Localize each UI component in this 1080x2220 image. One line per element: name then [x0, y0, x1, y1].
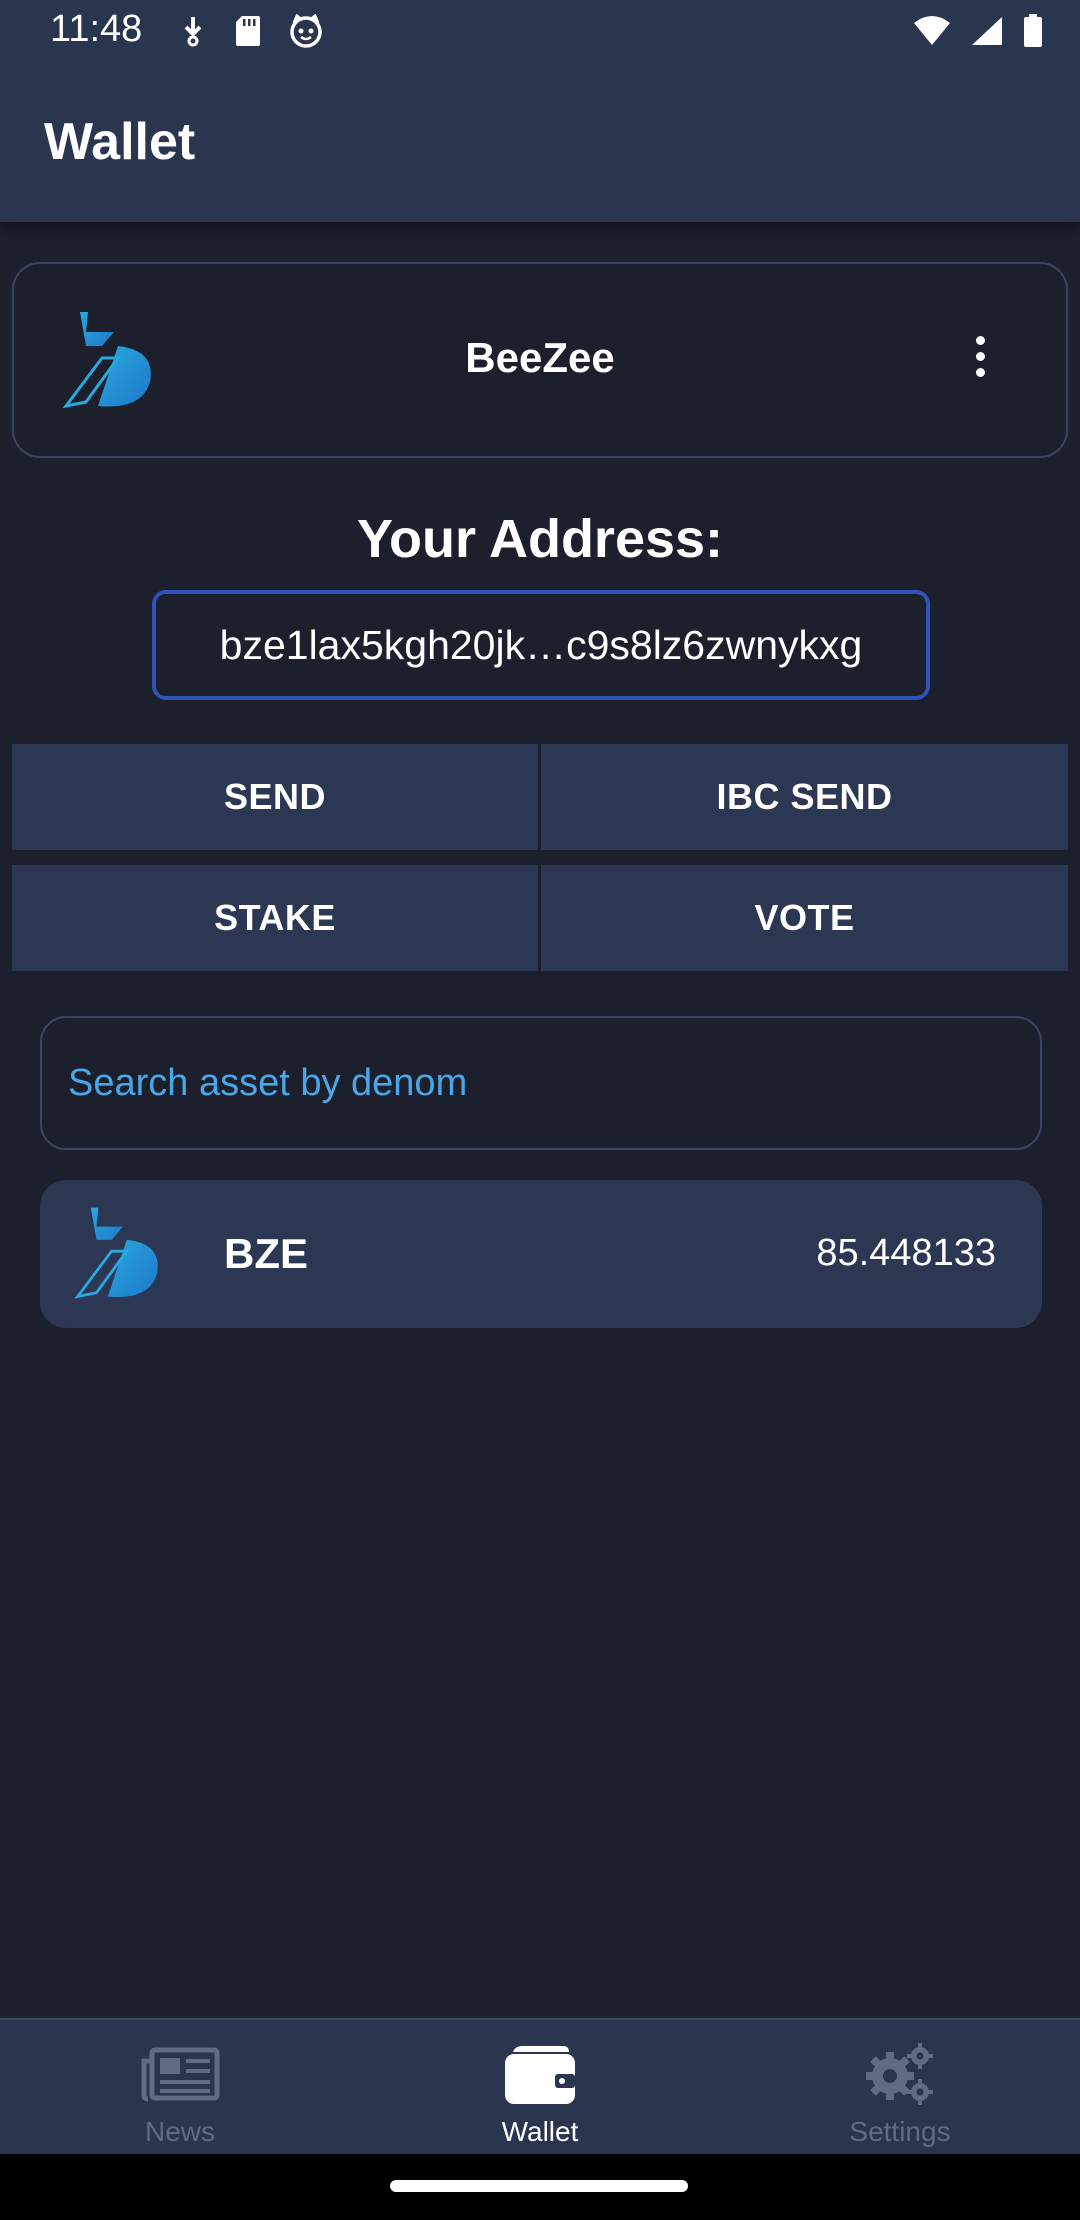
- more-vert-icon[interactable]: [970, 336, 990, 386]
- nav-item-settings[interactable]: Settings: [720, 2020, 1080, 2156]
- signal-icon: [970, 15, 1004, 52]
- status-icons-left: [178, 13, 324, 53]
- battery-icon: [1022, 14, 1044, 53]
- nav-item-news[interactable]: News: [0, 2020, 360, 2156]
- asset-denom: BZE: [224, 1230, 308, 1277]
- status-icons-right: [912, 14, 1044, 53]
- vote-button[interactable]: VOTE: [541, 865, 1068, 971]
- asset-amount: 85.448133: [816, 1232, 996, 1274]
- cat-icon: [288, 13, 324, 53]
- ibc-send-button[interactable]: IBC SEND: [541, 744, 1068, 850]
- nav-label-wallet: Wallet: [501, 2116, 579, 2147]
- newspaper-icon: [135, 2040, 225, 2110]
- asset-row[interactable]: BZE 85.448133: [40, 1180, 1042, 1328]
- search-input[interactable]: [68, 1061, 1040, 1105]
- bottom-navigation: News Wallet Settings: [0, 2018, 1080, 2154]
- wallet-selector-card[interactable]: BeeZee: [12, 262, 1068, 458]
- sd-card-icon: [234, 14, 262, 53]
- status-time: 11:48: [50, 8, 143, 50]
- stake-button[interactable]: STAKE: [12, 865, 538, 971]
- nav-item-wallet[interactable]: Wallet: [360, 2020, 720, 2156]
- search-field[interactable]: [40, 1016, 1042, 1150]
- nav-label-settings: Settings: [849, 2116, 951, 2147]
- wallet-screen: 11:48 Wallet BeeZee Your Address: bze1la…: [0, 0, 1080, 2220]
- page-title: Wallet: [44, 113, 196, 171]
- download-icon: [178, 14, 208, 53]
- address-field[interactable]: bze1lax5kgh20jk…c9s8lz6zwnykxg: [152, 590, 930, 700]
- nav-label-news: News: [144, 2116, 215, 2147]
- app-header: 11:48 Wallet: [0, 0, 1080, 222]
- bze-logo-icon: [70, 1202, 174, 1306]
- wallet-icon: [495, 2040, 585, 2110]
- wallet-name: BeeZee: [465, 334, 615, 381]
- home-indicator[interactable]: [390, 2180, 688, 2192]
- gears-icon: [855, 2040, 945, 2110]
- send-button[interactable]: SEND: [12, 744, 538, 850]
- wifi-icon: [912, 15, 952, 52]
- address-title: Your Address:: [356, 509, 724, 569]
